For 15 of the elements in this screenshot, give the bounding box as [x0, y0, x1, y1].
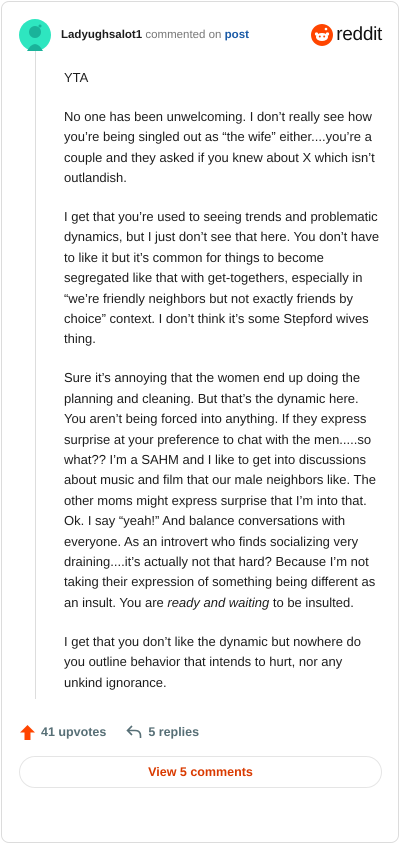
comment-byline: Ladyughsalot1 commented on post: [61, 29, 250, 41]
upvote-arrow-icon[interactable]: [20, 724, 35, 740]
comment-paragraph: YTA: [64, 69, 90, 87]
comment-paragraph: I get that you’re used to seeing trends and problematic dynamics, but I just don’t see that here. You don’t have to like it but it’s common for things to become segregated like that with get-togethers, especially in “we’re friendly neighbors but not exactly friends by choice” context. I don’t think it’s some Stepford wives thing.: [64, 208, 380, 348]
upvote-count: 41 upvotes: [41, 725, 106, 740]
reply-arrow-icon[interactable]: [126, 725, 142, 740]
comment-paragraph: No one has been unwelcoming. I don’t really see how you’re being singled out as “the wife” either....you’re a couple and they asked if you knew about X which isn’t outlandish.: [64, 108, 376, 188]
comment-paragraph: I get that you don’t like the dynamic but nowhere do you outline behavior that intends to hurt, nor any unkind ignorance.: [64, 632, 362, 692]
reddit-wordmark: reddit: [336, 24, 382, 46]
avatar-icon: [19, 19, 51, 51]
post-link[interactable]: post: [224, 29, 249, 41]
reply-count: 5 replies: [148, 725, 200, 740]
reddit-logo-icon: [311, 24, 334, 46]
view-comments-button[interactable]: View 5 comments: [19, 756, 382, 788]
comment-paragraph: Sure it’s annoying that the women end up doing the planning and cleaning. But that’s the dynamic here. You aren’t being forced into anything. If they express surprise at your preference to chat with the men.....so what?? I’m a SAHM and I like to get into discussions about music and film that our male neighbors like. The other moms might express surprise that I’m into that. Ok. I say “yeah!” And balance conversations with everyone. As an introvert who finds socializing very draining....it’s actually not that hard? Because I’m not taking their expression of something being different as an insult. You are ready and waiting to be insulted.: [64, 369, 377, 612]
